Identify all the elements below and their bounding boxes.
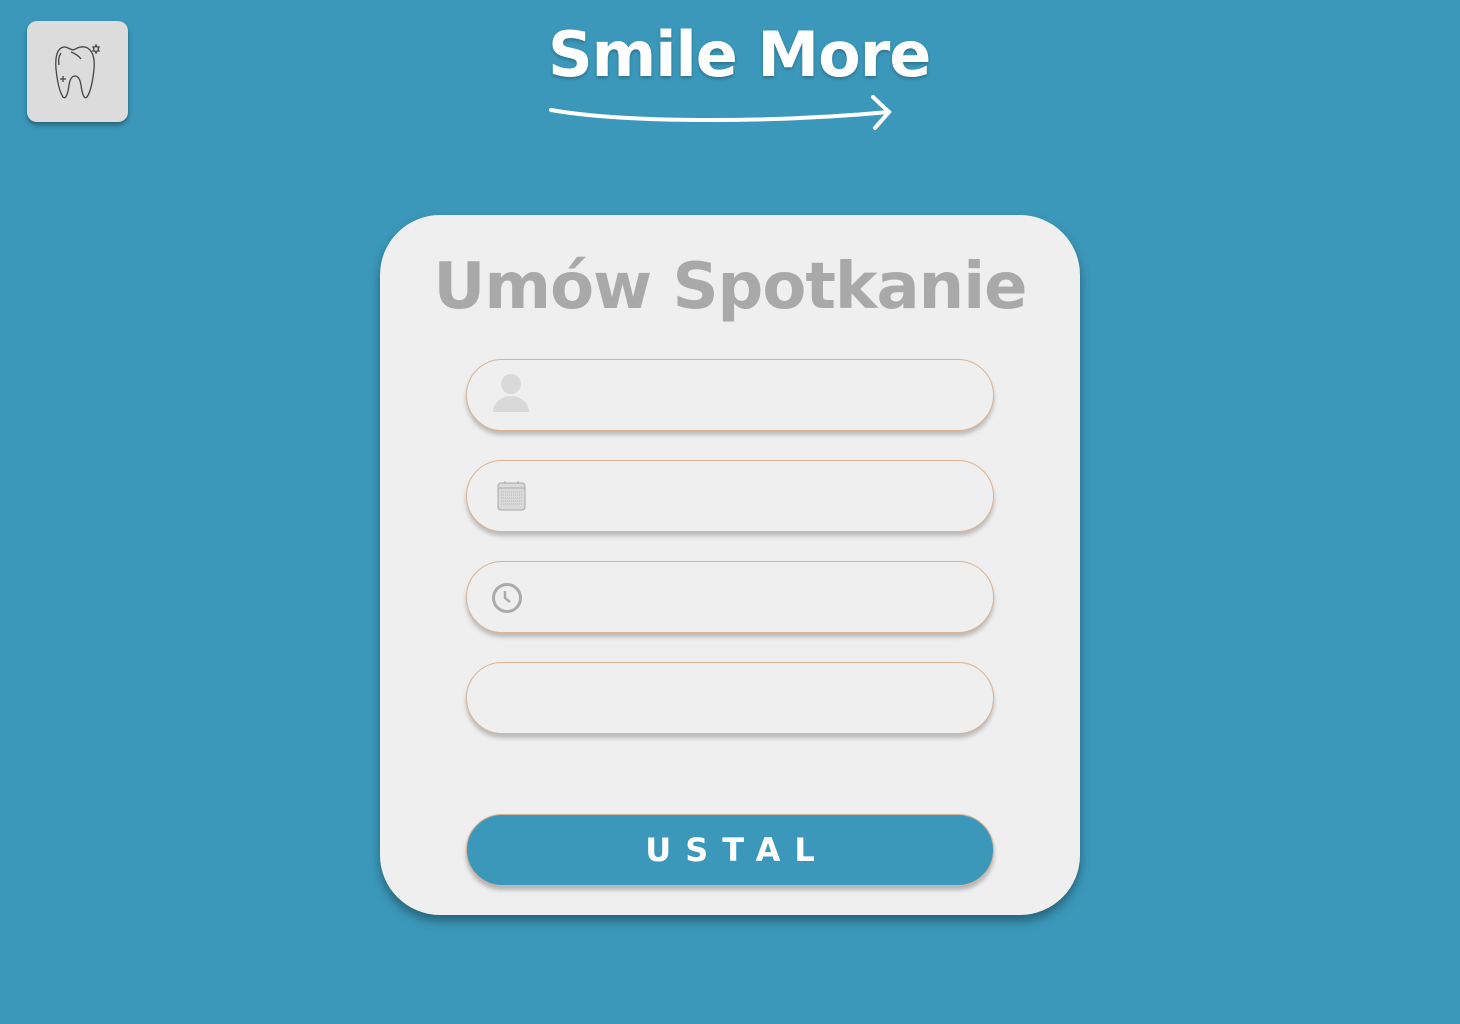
arrow-decoration [549, 95, 892, 130]
user-icon [493, 374, 529, 412]
tooth-icon [54, 43, 100, 98]
submit-button[interactable]: USTAL [466, 814, 994, 886]
clock-icon [492, 583, 522, 613]
date-field[interactable] [466, 460, 994, 532]
name-input[interactable] [547, 360, 963, 430]
time-input[interactable] [547, 562, 963, 632]
logo-button[interactable] [27, 21, 128, 122]
brand-title: Smile More [548, 18, 931, 91]
time-field[interactable] [466, 561, 994, 633]
extra-input[interactable] [497, 663, 963, 733]
form-title: Umów Spotkanie [433, 250, 1027, 324]
calendar-icon [497, 481, 526, 511]
extra-field[interactable] [466, 662, 994, 734]
date-input[interactable] [547, 461, 963, 531]
appointment-card: Umów Spotkanie USTAL [380, 215, 1080, 915]
name-field[interactable] [466, 359, 994, 431]
